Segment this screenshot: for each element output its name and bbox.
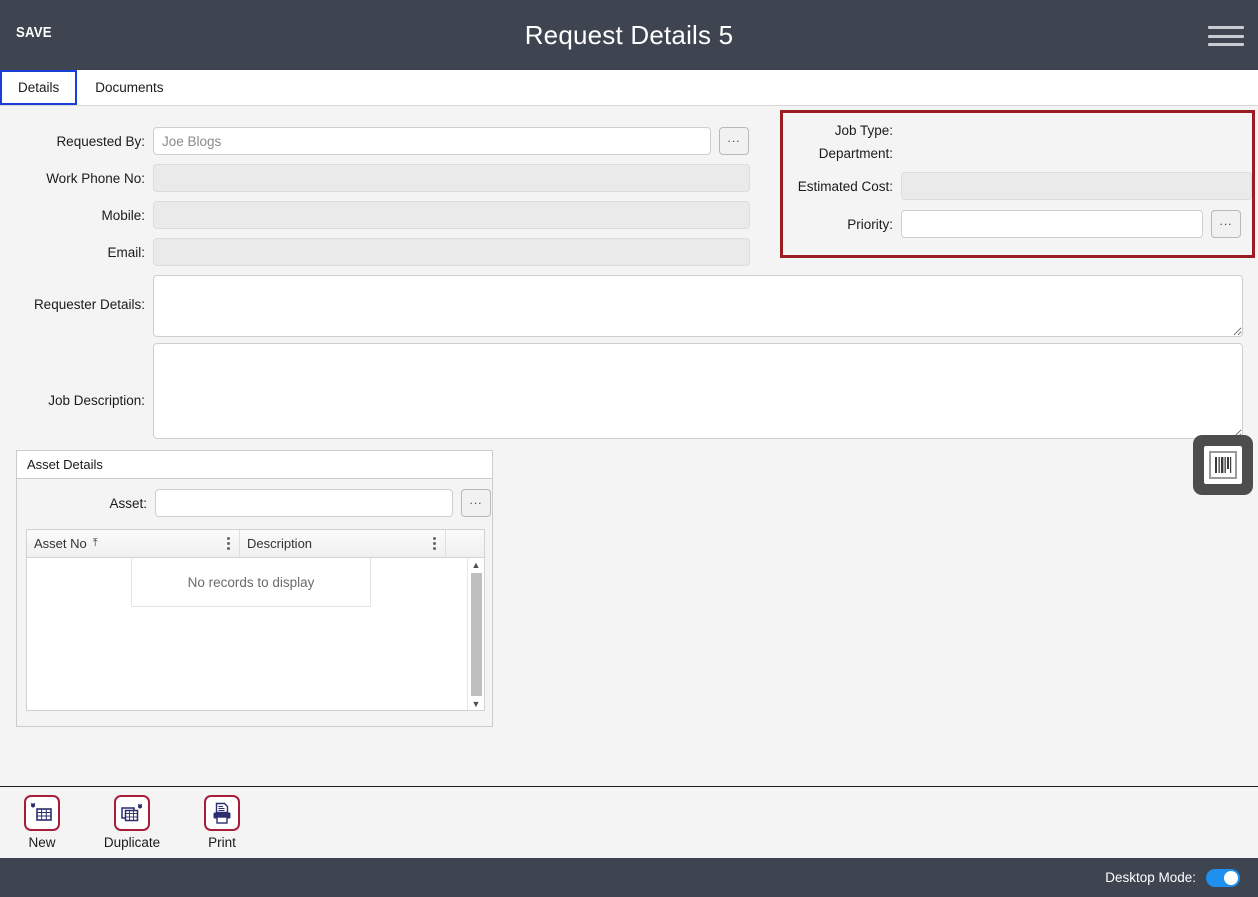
asset-input[interactable] bbox=[155, 489, 453, 517]
asset-grid-scrollbar[interactable]: ▲ ▼ bbox=[467, 558, 484, 710]
field-row-mobile: Mobile: bbox=[0, 201, 750, 229]
job-info-highlight-panel: Job Type: Department: Estimated Cost: Pr… bbox=[780, 110, 1255, 258]
new-record-icon bbox=[24, 795, 60, 831]
mobile-input[interactable] bbox=[153, 201, 750, 229]
print-button-label: Print bbox=[208, 835, 236, 850]
bottom-toolbar: New Duplicate Print bbox=[0, 786, 1258, 858]
asset-grid-body: No records to display ▲ ▼ bbox=[27, 558, 484, 710]
hamburger-bar bbox=[1208, 34, 1244, 38]
field-row-email: Email: bbox=[0, 238, 750, 266]
arrow-up-icon: ⤒ bbox=[92, 537, 98, 549]
label-requested-by: Requested By: bbox=[56, 133, 145, 149]
label-job-description: Job Description: bbox=[48, 393, 145, 408]
label-asset: Asset: bbox=[109, 495, 147, 511]
triangle-up-icon[interactable]: ▲ bbox=[472, 558, 481, 572]
asset-details-title: Asset Details bbox=[17, 451, 492, 479]
label-work-phone-no: Work Phone No: bbox=[46, 170, 145, 186]
label-requester-details: Requester Details: bbox=[33, 297, 145, 312]
new-button[interactable]: New bbox=[14, 795, 70, 850]
toggle-knob bbox=[1224, 870, 1238, 885]
scrollbar-thumb[interactable] bbox=[470, 573, 482, 696]
app-header: SAVE Request Details 5 bbox=[0, 0, 1258, 70]
tab-details[interactable]: Details bbox=[0, 70, 78, 105]
asset-details-panel: Asset Details Asset: ... Asset No ⤒ Desc… bbox=[16, 450, 493, 727]
empty-state-message: No records to display bbox=[131, 558, 371, 607]
work-phone-no-input[interactable] bbox=[153, 164, 750, 192]
label-priority: Priority: bbox=[847, 216, 893, 232]
save-button[interactable]: SAVE bbox=[16, 24, 52, 41]
requested-by-input[interactable] bbox=[153, 127, 711, 155]
app-root: SAVE Request Details 5 Details Documents… bbox=[0, 0, 1258, 897]
label-department: Department: bbox=[818, 146, 893, 161]
estimated-cost-input[interactable] bbox=[901, 172, 1252, 200]
asset-grid-header: Asset No ⤒ Description bbox=[27, 530, 484, 558]
column-menu-icon[interactable] bbox=[225, 537, 232, 550]
hamburger-menu-icon[interactable] bbox=[1208, 24, 1244, 48]
column-menu-icon[interactable] bbox=[431, 537, 438, 550]
field-row-work-phone: Work Phone No: bbox=[0, 164, 750, 192]
field-row-requester-details: Requester Details: bbox=[0, 275, 1243, 337]
barcode-scan-button[interactable] bbox=[1193, 435, 1253, 495]
field-row-requested-by: Requested By: ... bbox=[0, 127, 749, 155]
job-description-textarea[interactable] bbox=[153, 343, 1243, 439]
column-header-description-label: Description bbox=[247, 536, 313, 551]
new-button-label: New bbox=[28, 835, 56, 850]
column-header-description[interactable]: Description bbox=[240, 530, 446, 557]
asset-lookup-row: Asset: ... bbox=[17, 479, 492, 523]
column-header-asset-no[interactable]: Asset No ⤒ bbox=[27, 530, 240, 557]
column-header-asset-no-label: Asset No bbox=[34, 536, 87, 551]
asset-lookup-button[interactable]: ... bbox=[461, 489, 491, 517]
field-row-department: Department: bbox=[783, 146, 1252, 161]
field-row-priority: Priority: ... bbox=[783, 210, 1252, 238]
column-header-spacer bbox=[446, 530, 468, 557]
field-row-job-description: Job Description: bbox=[0, 343, 1243, 439]
duplicate-button[interactable]: Duplicate bbox=[104, 795, 160, 850]
triangle-down-icon[interactable]: ▼ bbox=[472, 697, 481, 710]
hamburger-bar bbox=[1208, 43, 1244, 46]
print-button[interactable]: Print bbox=[194, 795, 250, 850]
label-mobile: Mobile: bbox=[101, 207, 145, 223]
asset-grid: Asset No ⤒ Description No records to dis… bbox=[26, 529, 485, 711]
page-title: Request Details 5 bbox=[524, 19, 734, 50]
desktop-mode-label: Desktop Mode: bbox=[1105, 870, 1196, 885]
label-estimated-cost: Estimated Cost: bbox=[797, 178, 893, 194]
label-email: Email: bbox=[107, 244, 145, 260]
label-job-type: Job Type: bbox=[834, 123, 893, 138]
printer-icon bbox=[204, 795, 240, 831]
desktop-mode-toggle[interactable] bbox=[1206, 868, 1240, 887]
email-input[interactable] bbox=[153, 238, 750, 266]
field-row-estimated-cost: Estimated Cost: bbox=[783, 172, 1252, 200]
field-row-job-type: Job Type: bbox=[783, 123, 1252, 138]
status-bar: Desktop Mode: bbox=[0, 858, 1258, 897]
priority-input[interactable] bbox=[901, 210, 1203, 238]
tab-bar: Details Documents bbox=[0, 70, 1258, 106]
hamburger-bar bbox=[1208, 26, 1244, 29]
priority-lookup-button[interactable]: ... bbox=[1211, 210, 1241, 238]
requested-by-lookup-button[interactable]: ... bbox=[719, 127, 749, 155]
duplicate-record-icon bbox=[114, 795, 150, 831]
tab-documents[interactable]: Documents bbox=[77, 70, 182, 105]
duplicate-button-label: Duplicate bbox=[103, 835, 161, 850]
barcode-scanner-icon bbox=[1204, 446, 1242, 484]
requester-details-textarea[interactable] bbox=[153, 275, 1243, 337]
